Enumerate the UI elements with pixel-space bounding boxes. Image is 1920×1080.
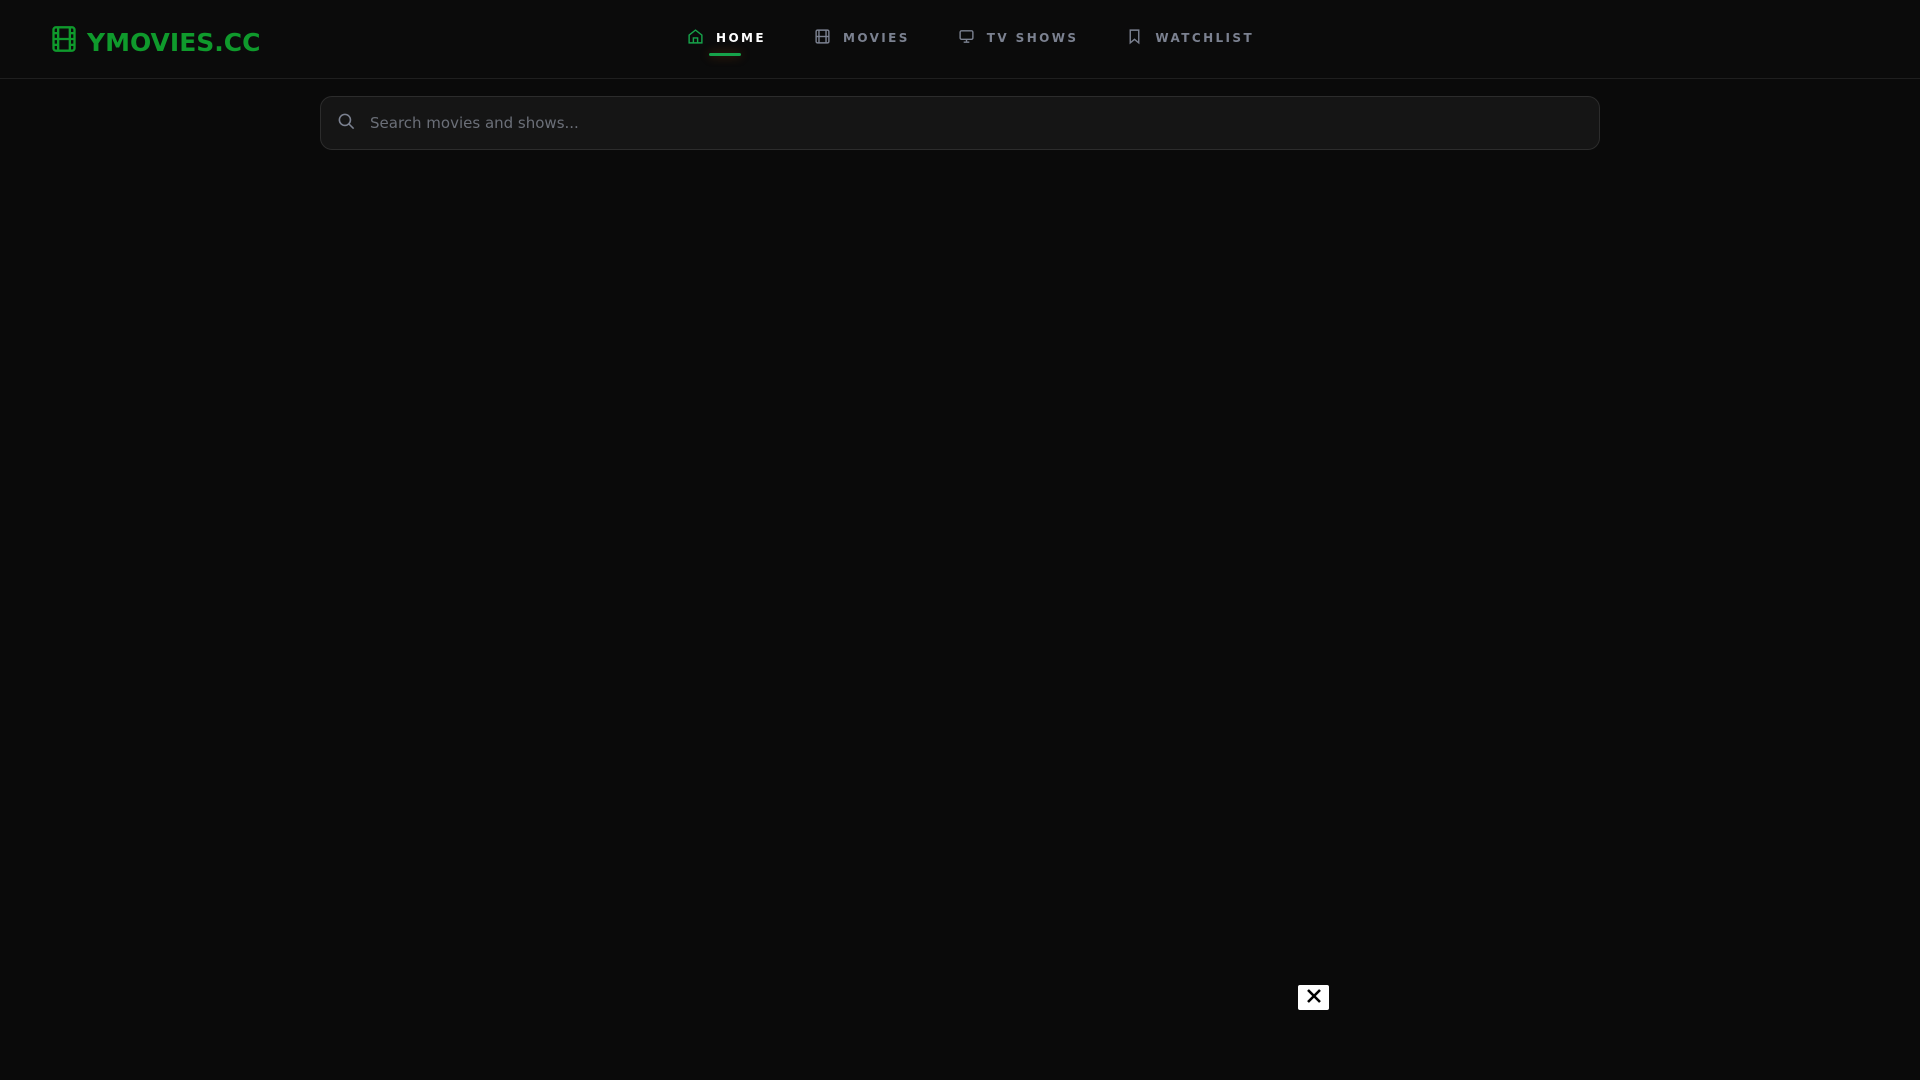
home-icon [687,28,704,48]
close-icon [1306,988,1322,1008]
tv-icon [958,28,975,48]
brand-logo[interactable]: YMOVIES.CC [50,25,261,59]
nav-movies[interactable]: MOVIES [814,28,910,48]
brand-name: YMOVIES.CC [87,27,261,57]
film-icon [814,28,831,48]
search-icon [337,112,356,135]
nav-watchlist-label: WATCHLIST [1155,31,1255,45]
active-indicator [709,53,741,56]
nav-home[interactable]: HOME [687,28,766,56]
film-icon [50,25,78,59]
nav-watchlist[interactable]: WATCHLIST [1126,28,1254,48]
search-bar [320,96,1600,150]
nav-movies-label: MOVIES [842,31,910,45]
search-input[interactable] [370,114,1550,132]
main-nav: HOME MOVIES TV SHOWS WATCHLIST [687,28,1254,56]
close-ad-button[interactable] [1298,985,1329,1010]
top-header: YMOVIES.CC HOME MOVIES TV SHOWS WATCHLIS… [0,0,1920,79]
nav-tv-label: TV SHOWS [986,31,1079,45]
nav-tv-shows[interactable]: TV SHOWS [958,28,1079,48]
nav-home-label: HOME [716,31,766,45]
bookmark-icon [1126,28,1143,48]
